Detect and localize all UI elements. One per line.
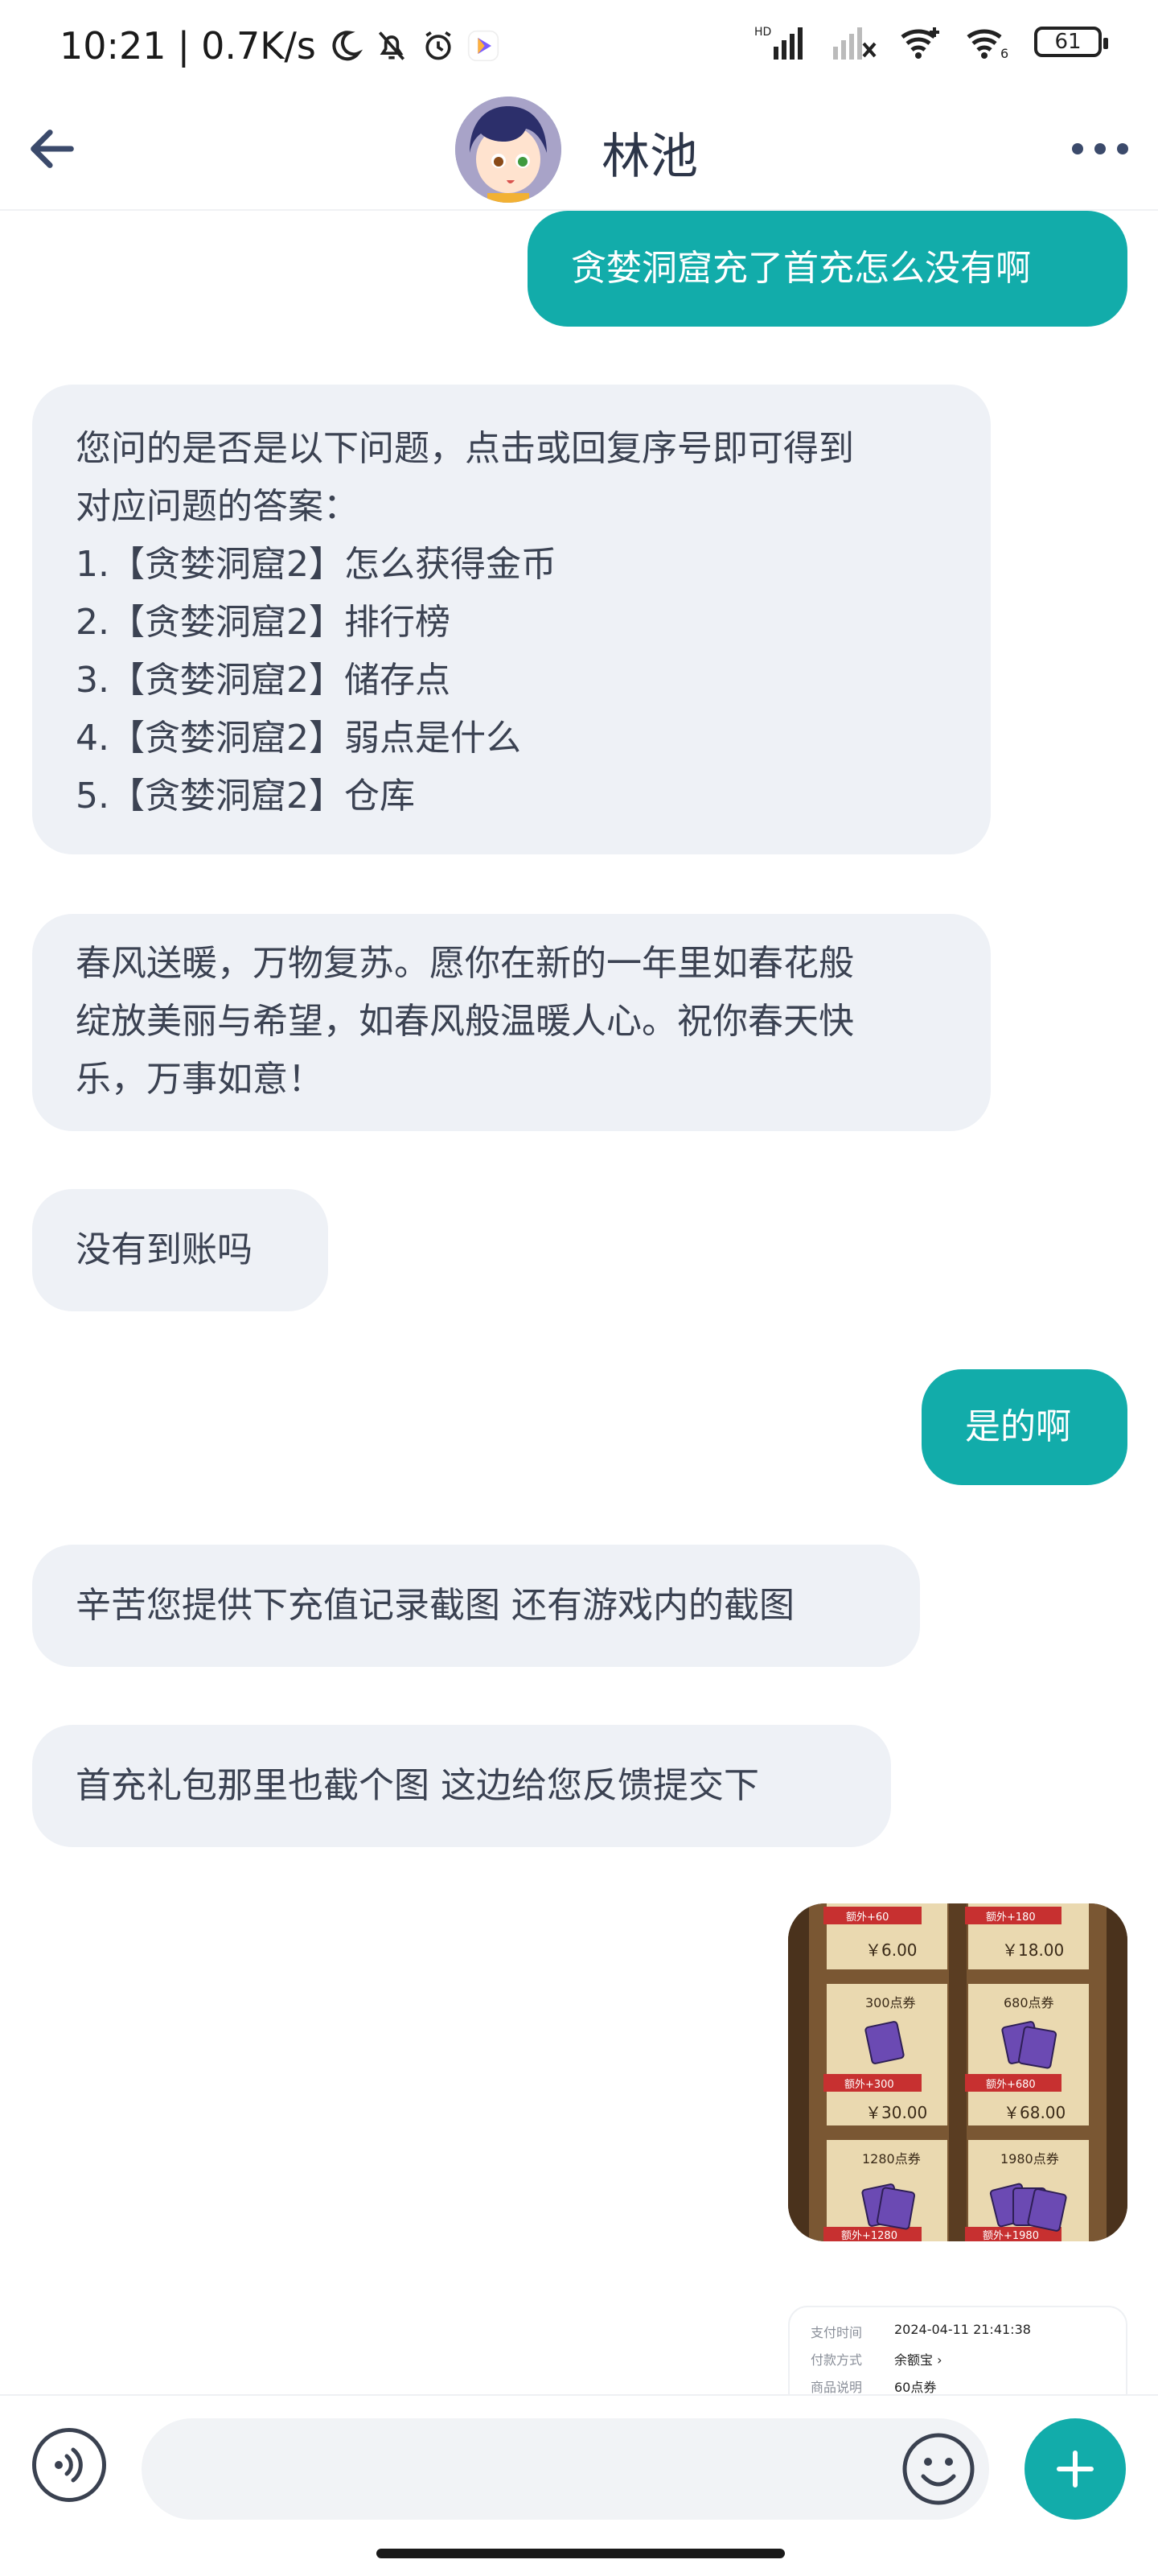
faq-option-2[interactable]: 2.【贪婪洞窟2】排行榜 <box>76 594 947 652</box>
status-bar: 10:21 | 0.7K/s HD 6 61 <box>0 0 1158 97</box>
signal-off-icon <box>833 27 877 60</box>
bonus-label: 额外+60 <box>846 1911 889 1924</box>
status-left: 10:21 | 0.7K/s <box>60 24 499 68</box>
bonus-label: 额外+1980 <box>983 2230 1039 2241</box>
signal-hd-icon: HD <box>754 26 803 60</box>
price-label: ￥30.00 <box>865 2103 928 2122</box>
message-bubble-incoming[interactable]: 您问的是否是以下问题，点击或回复序号即可得到 对应问题的答案： 1.【贪婪洞窟2… <box>32 385 991 854</box>
store-screenshot-image <box>788 1903 1127 2241</box>
voice-input-button[interactable] <box>32 2428 106 2502</box>
moon-icon <box>332 31 363 61</box>
faq-option-4[interactable]: 4.【贪婪洞窟2】弱点是什么 <box>76 710 947 767</box>
message-text: 您问的是否是以下问题，点击或回复序号即可得到 <box>76 428 854 469</box>
bonus-label: 额外+300 <box>844 2079 894 2091</box>
wifi-6-icon: 6 <box>967 29 1008 60</box>
message-bubble-outgoing[interactable]: 是的啊 <box>922 1369 1127 1485</box>
emoji-button[interactable] <box>901 2431 976 2507</box>
alarm-icon <box>425 31 451 60</box>
message-text: 对应问题的答案： <box>76 486 359 527</box>
svg-text:HD: HD <box>754 26 771 39</box>
message-input[interactable] <box>142 2418 989 2520</box>
message-text: 没有到账吗 <box>76 1229 253 1270</box>
message-bubble-outgoing[interactable]: 贪婪洞窟充了首充怎么没有啊 <box>528 211 1127 327</box>
battery-icon: 61 <box>1034 27 1108 57</box>
message-bubble-incoming[interactable]: 春风送暖，万物复苏。愿你在新的一年里如春花般 绽放美丽与希望，如春风般温暖人心。… <box>32 914 991 1131</box>
svg-text:6: 6 <box>1000 46 1008 60</box>
chat-header: 林池 <box>0 97 1158 211</box>
image-message-receipt[interactable]: 支付时间 2024-04-11 21:41:38 付款方式 余额宝 › 商品说明… <box>788 2306 1127 2394</box>
smiley-icon <box>902 2433 975 2505</box>
card-title: 680点券 <box>1004 1995 1054 2010</box>
message-text: 乐，万事如意！ <box>76 1059 323 1100</box>
bonus-label: 额外+180 <box>986 1911 1036 1924</box>
avatar[interactable] <box>455 97 561 203</box>
network-speed: 0.7K/s <box>201 24 316 68</box>
plus-icon <box>1057 2450 1094 2488</box>
receipt-value: 余额宝 › <box>894 2352 942 2368</box>
receipt-label: 支付时间 <box>811 2325 863 2340</box>
card-title: 1280点券 <box>862 2151 921 2167</box>
bonus-label: 额外+680 <box>986 2079 1036 2091</box>
message-text: 辛苦您提供下充值记录截图 还有游戏内的截图 <box>76 1585 795 1626</box>
status-right: HD 6 61 <box>754 24 1108 60</box>
message-text: 是的啊 <box>965 1406 1071 1447</box>
faq-option-5[interactable]: 5.【贪婪洞窟2】仓库 <box>76 767 947 825</box>
wifi-plus-icon <box>901 27 939 59</box>
anime-girl-avatar-icon <box>455 97 561 203</box>
receipt-label: 商品说明 <box>811 2380 863 2394</box>
more-dots-icon <box>1072 143 1128 154</box>
more-button[interactable] <box>1068 129 1132 169</box>
faq-option-3[interactable]: 3.【贪婪洞窟2】储存点 <box>76 652 947 710</box>
message-text: 贪婪洞窟充了首充怎么没有啊 <box>571 248 1031 289</box>
receipt-value: 60点券 <box>894 2380 937 2394</box>
bonus-label: 额外+1280 <box>841 2230 897 2241</box>
battery-level: 61 <box>1054 30 1082 54</box>
add-attachment-button[interactable] <box>1025 2418 1126 2520</box>
card-title: 1980点券 <box>1000 2151 1059 2167</box>
card-title: 300点券 <box>865 1995 916 2010</box>
app-notification-icon <box>467 30 499 62</box>
status-time: 10:21 <box>60 24 166 68</box>
back-button[interactable] <box>24 121 80 177</box>
price-label: ￥68.00 <box>1004 2103 1066 2122</box>
message-bubble-incoming[interactable]: 辛苦您提供下充值记录截图 还有游戏内的截图 <box>32 1545 920 1667</box>
price-label: ￥6.00 <box>865 1940 918 1960</box>
image-message-store[interactable]: ￥6.00 ￥18.00 300点券 680点券 ￥30.00 ￥68.00 1… <box>788 1903 1127 2241</box>
bell-off-icon <box>378 31 404 60</box>
home-indicator[interactable] <box>376 2549 785 2558</box>
voice-icon <box>55 2447 83 2483</box>
message-text: 绽放美丽与希望，如春风般温暖人心。祝你春天快 <box>76 1001 854 1042</box>
receipt-label: 付款方式 <box>811 2352 863 2368</box>
message-text: 首充礼包那里也截个图 这边给您反馈提交下 <box>76 1765 759 1806</box>
receipt-value: 2024-04-11 21:41:38 <box>894 2322 1031 2337</box>
message-bubble-incoming[interactable]: 首充礼包那里也截个图 这边给您反馈提交下 <box>32 1725 891 1847</box>
chat-title: 林池 <box>602 129 698 185</box>
faq-option-1[interactable]: 1.【贪婪洞窟2】怎么获得金币 <box>76 536 947 594</box>
message-bubble-incoming[interactable]: 没有到账吗 <box>32 1189 328 1311</box>
arrow-left-icon <box>31 130 74 168</box>
price-label: ￥18.00 <box>1002 1940 1065 1960</box>
message-text: 春风送暖，万物复苏。愿你在新的一年里如春花般 <box>76 943 854 984</box>
